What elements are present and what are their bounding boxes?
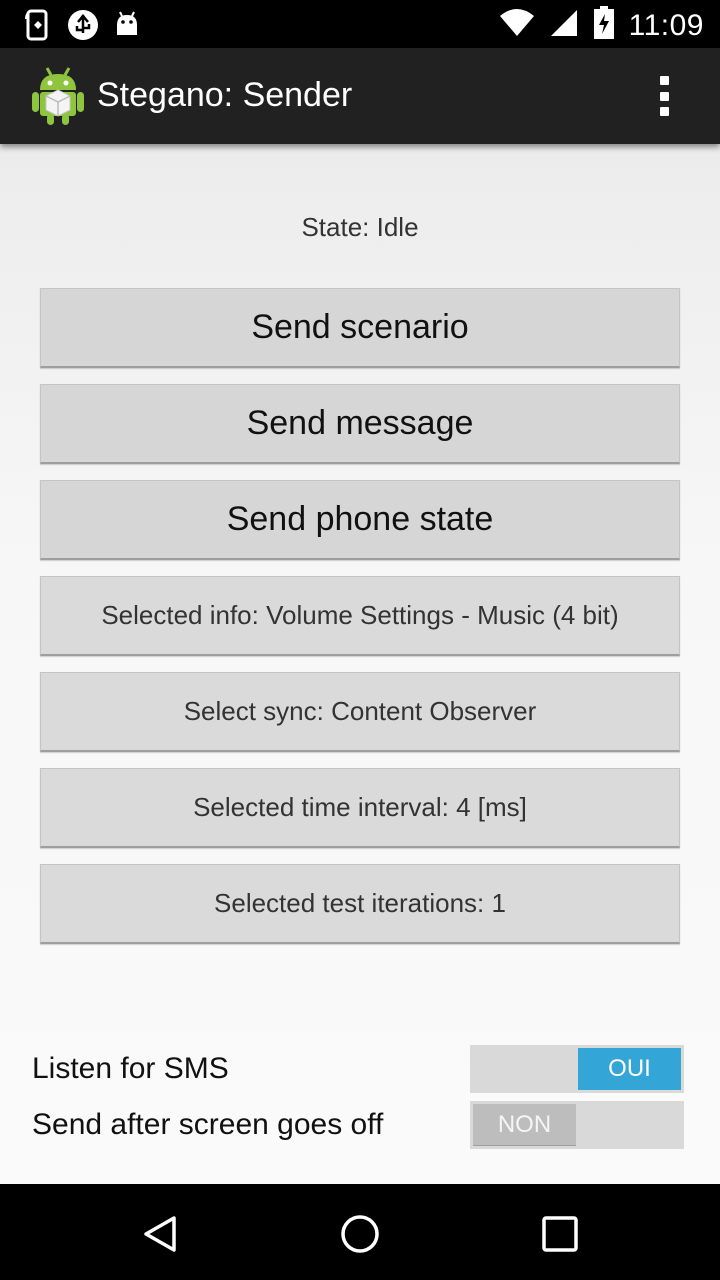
home-circle-icon[interactable] xyxy=(330,1204,390,1264)
listen-sms-toggle[interactable]: OUI xyxy=(470,1045,684,1093)
navigation-bar xyxy=(0,1184,720,1280)
send-after-screen-off-label: Send after screen goes off xyxy=(32,1108,384,1141)
send-after-screen-off-row: Send after screen goes off NON xyxy=(32,1100,692,1150)
status-left-icons xyxy=(24,8,140,47)
selected-time-interval-button[interactable]: Selected time interval: 4 [ms] xyxy=(40,768,680,848)
battery-charging-icon xyxy=(593,6,615,45)
overflow-menu-icon[interactable] xyxy=(648,72,680,120)
wifi-icon xyxy=(499,8,535,43)
send-message-button[interactable]: Send message xyxy=(40,384,680,464)
android-box-icon[interactable] xyxy=(30,66,86,126)
main-content: State: Idle Send scenario Send message S… xyxy=(0,144,720,1184)
send-phone-state-button[interactable]: Send phone state xyxy=(40,480,680,560)
listen-sms-row: Listen for SMS OUI xyxy=(32,1044,692,1094)
state-label: State: Idle xyxy=(301,212,419,242)
menu-dot xyxy=(659,91,669,101)
back-triangle-icon[interactable] xyxy=(130,1204,190,1264)
selected-info-button[interactable]: Selected info: Volume Settings - Music (… xyxy=(40,576,680,656)
page-title: Stegano: Sender xyxy=(97,76,353,114)
usb-debug-icon xyxy=(66,8,100,47)
select-sync-button[interactable]: Select sync: Content Observer xyxy=(40,672,680,752)
toggle-thumb: NON xyxy=(473,1104,576,1146)
status-time: 11:09 xyxy=(628,8,704,42)
cell-signal-icon xyxy=(549,8,579,43)
status-bar: 11:09 xyxy=(0,0,720,48)
selected-test-iterations-button[interactable]: Selected test iterations: 1 xyxy=(40,864,680,944)
android-debug-icon xyxy=(114,11,140,44)
screenshot-icon xyxy=(24,9,52,46)
action-bar: Stegano: Sender xyxy=(0,48,720,144)
toggle-thumb: OUI xyxy=(578,1048,681,1090)
recents-square-icon[interactable] xyxy=(530,1204,590,1264)
status-right-icons: 11:09 xyxy=(499,6,704,45)
menu-dot xyxy=(659,107,669,116)
menu-dot xyxy=(659,76,669,85)
send-scenario-button[interactable]: Send scenario xyxy=(40,288,680,368)
send-after-screen-off-toggle[interactable]: NON xyxy=(470,1101,684,1149)
listen-sms-label: Listen for SMS xyxy=(32,1052,229,1085)
